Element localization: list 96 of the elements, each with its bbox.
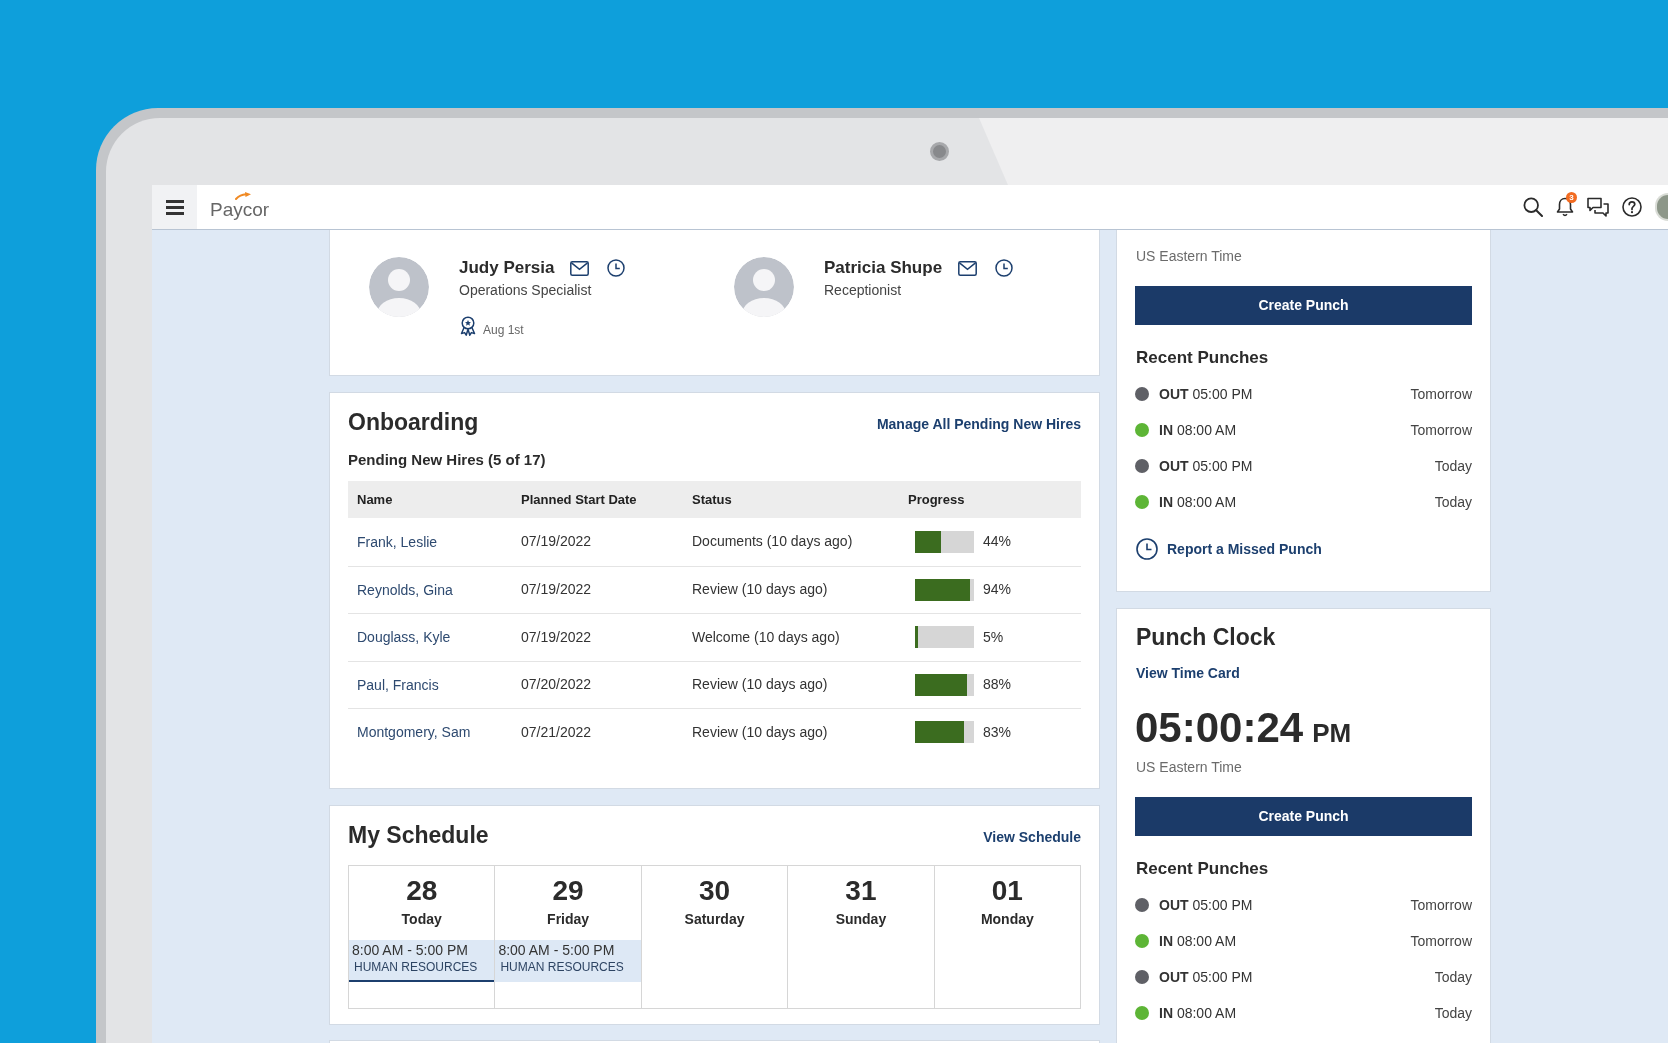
person-silhouette-icon (734, 257, 794, 317)
day-number: 28 (406, 875, 438, 907)
table-cell-text: Documents (10 days ago) (691, 532, 854, 552)
clock-meridiem: PM (1312, 720, 1352, 746)
card-title: Punch Clock (1135, 623, 1277, 652)
employee-name-link[interactable]: Douglass, Kyle (357, 629, 451, 646)
table-cell-text: 07/19/2022 (520, 627, 593, 647)
report-missed-punch-link[interactable]: Report a Missed Punch (1136, 538, 1322, 560)
table-caption: Pending New Hires (5 of 17) (348, 450, 547, 470)
progress-percent: 94% (983, 580, 1012, 600)
shift-block[interactable]: 8:00 AM - 5:00 PM HUMAN RESOURCES (349, 940, 495, 982)
punch-day: Today (1434, 1002, 1472, 1024)
clock-time: 05:00:24 (1135, 707, 1304, 749)
punch-day: Today (1434, 491, 1472, 513)
day-name: Today (401, 910, 442, 928)
create-punch-button[interactable]: Create Punch (1135, 797, 1472, 836)
help-icon[interactable] (1622, 197, 1642, 217)
employee-name-link[interactable]: Reynolds, Gina (357, 581, 453, 598)
view-schedule-link[interactable]: View Schedule (983, 827, 1081, 847)
punch-day: Tomorrow (1410, 930, 1472, 952)
punch-time: IN 08:00 AM (1159, 420, 1237, 440)
punch-time: IN 08:00 AM (1159, 492, 1237, 512)
logo-text: Paycor (210, 199, 270, 219)
table-cell-text: 07/19/2022 (520, 532, 593, 552)
punch-time: OUT 05:00 PM (1159, 895, 1253, 915)
punch-day: Tomorrow (1410, 419, 1472, 441)
employee-name-link[interactable]: Frank, Leslie (357, 533, 438, 550)
swoosh-icon (235, 191, 251, 200)
mail-icon[interactable] (570, 260, 590, 276)
table-cell-text: Welcome (10 days ago) (691, 627, 841, 647)
day-number: 30 (698, 875, 731, 907)
table-cell-text: 07/20/2022 (520, 675, 593, 695)
job-title: Operations Specialist (459, 281, 593, 300)
timezone-label: US Eastern Time (1135, 758, 1243, 777)
menu-icon (165, 199, 184, 215)
day-name: Saturday (684, 910, 745, 928)
view-time-card-link[interactable]: View Time Card (1135, 663, 1240, 683)
user-avatar[interactable] (1655, 193, 1668, 221)
anniversary-date: Aug 1st (483, 323, 524, 337)
day-name: Monday (980, 910, 1034, 928)
create-punch-button[interactable]: Create Punch (1135, 286, 1472, 325)
person-name: Patricia Shupe (824, 257, 943, 279)
punch-time: OUT 05:00 PM (1159, 384, 1253, 404)
card-title: Onboarding (348, 408, 479, 437)
column-header: Name (356, 490, 394, 509)
punch-time: OUT 05:00 PM (1159, 967, 1253, 987)
punch-day: Tomorrow (1410, 894, 1472, 916)
camera-icon (930, 142, 949, 161)
section-title: Recent Punches (1135, 858, 1270, 880)
table-cell-text: Review (10 days ago) (691, 580, 829, 600)
day-number: 29 (552, 875, 584, 907)
job-title: Receptionist (824, 281, 903, 300)
punch-time: IN 08:00 AM (1159, 931, 1237, 951)
card-title: My Schedule (348, 821, 489, 850)
day-number: 31 (845, 875, 877, 907)
shift-time: 8:00 AM - 5:00 PM (498, 941, 616, 959)
chat-icon[interactable] (1587, 197, 1609, 217)
shift-block[interactable]: 8:00 AM - 5:00 PM HUMAN RESOURCES (495, 940, 641, 982)
table-cell-text: 07/21/2022 (520, 722, 593, 742)
section-title: Recent Punches (1135, 347, 1270, 369)
punch-time: OUT 05:00 PM (1159, 456, 1253, 476)
award-icon (459, 316, 477, 336)
table-cell-text: Review (10 days ago) (691, 675, 829, 695)
clock-icon[interactable] (995, 259, 1014, 277)
person-silhouette-icon (369, 257, 429, 317)
punch-time: IN 08:00 AM (1159, 1003, 1237, 1023)
employee-name-link[interactable]: Montgomery, Sam (357, 724, 471, 741)
day-name: Friday (547, 910, 590, 928)
manage-hires-link[interactable]: Manage All Pending New Hires (876, 414, 1081, 434)
menu-button[interactable] (152, 185, 197, 229)
punch-day: Today (1434, 966, 1472, 988)
progress-percent: 5% (983, 627, 1004, 647)
column-header: Planned Start Date (520, 490, 638, 509)
notification-badge: 3 (1566, 192, 1577, 203)
table-cell-text: Review (10 days ago) (691, 722, 829, 742)
mail-icon[interactable] (958, 260, 978, 276)
progress-percent: 83% (983, 722, 1012, 742)
day-name: Sunday (835, 910, 887, 928)
employee-name-link[interactable]: Paul, Francis (357, 676, 439, 693)
shift-department: HUMAN RESOURCES (499, 959, 625, 975)
person-name: Judy Persia (459, 257, 555, 279)
progress-percent: 44% (983, 532, 1012, 552)
shift-department: HUMAN RESOURCES (353, 959, 479, 975)
column-header: Progress (907, 490, 966, 509)
search-icon[interactable] (1523, 197, 1543, 217)
bell-icon[interactable] (1556, 197, 1574, 217)
column-header: Status (691, 490, 733, 509)
clock-icon (1136, 538, 1158, 560)
punch-day: Today (1434, 455, 1472, 477)
timezone-label: US Eastern Time (1135, 247, 1243, 266)
table-cell-text: 07/19/2022 (520, 580, 593, 600)
clock-icon[interactable] (607, 259, 626, 277)
shift-time: 8:00 AM - 5:00 PM (352, 941, 469, 959)
progress-percent: 88% (983, 675, 1012, 695)
day-number: 01 (991, 875, 1023, 907)
punch-day: Tomorrow (1410, 383, 1472, 405)
